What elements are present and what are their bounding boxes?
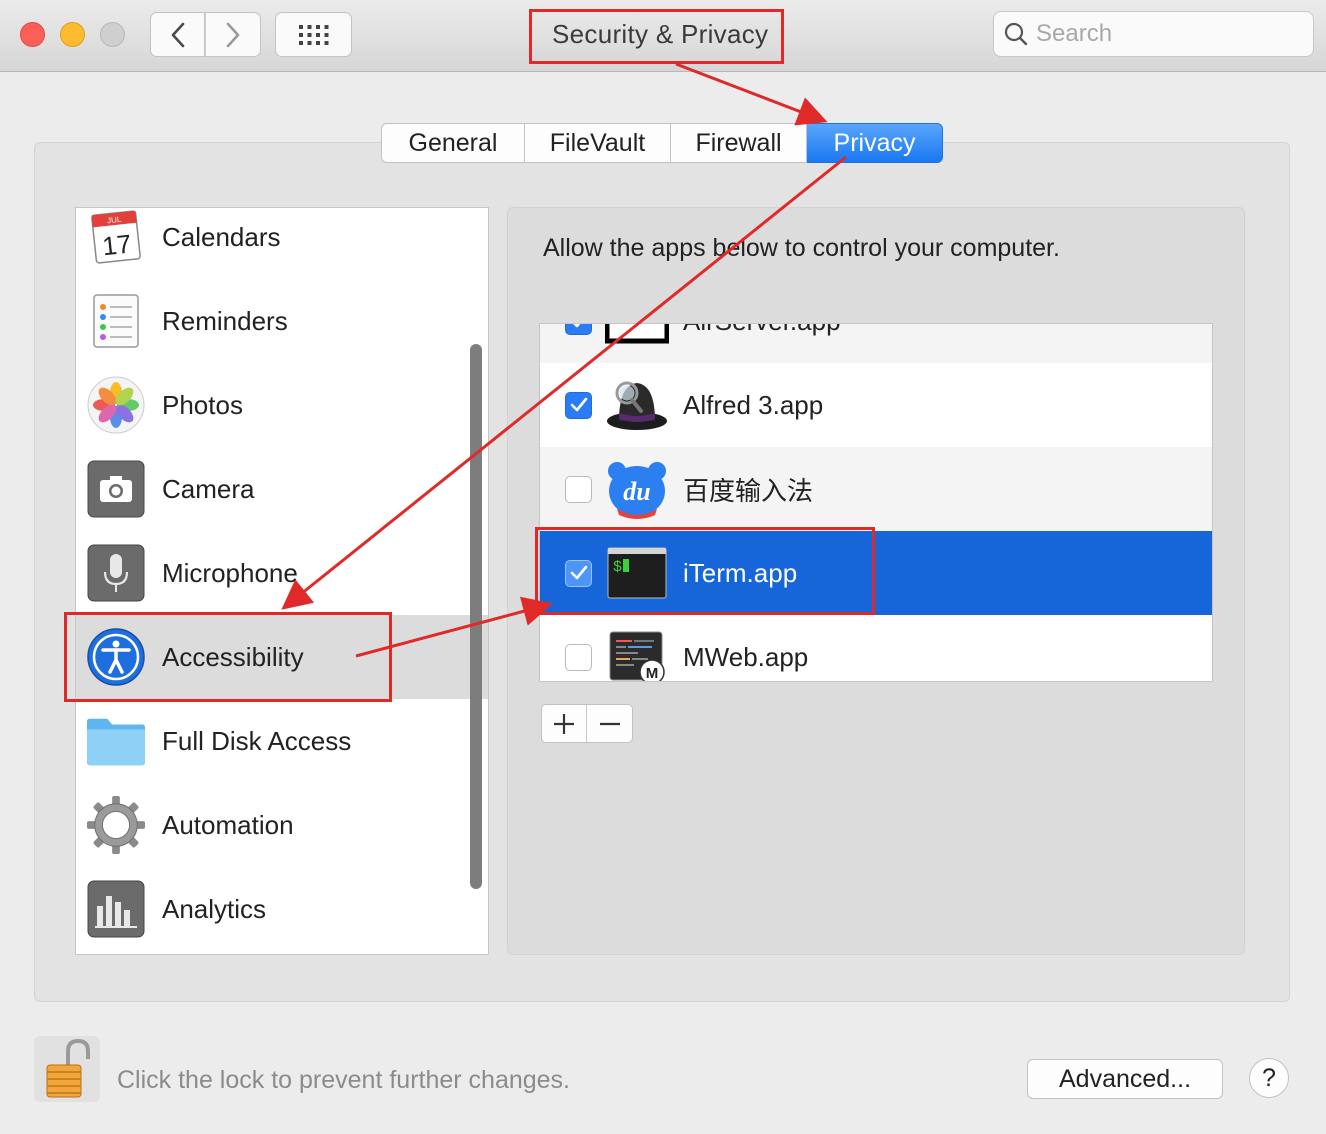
sidebar-item-full-disk-access[interactable]: Full Disk Access <box>76 699 488 783</box>
sidebar-item-label: Photos <box>162 389 243 420</box>
tab-bar: General FileVault Firewall Privacy <box>381 123 943 163</box>
annotation-box-title <box>529 9 784 64</box>
calendar-icon: JUL 17 <box>86 208 146 267</box>
close-window-button[interactable] <box>20 22 45 47</box>
mweb-icon-text: M <box>646 665 659 682</box>
sidebar-item-label: Analytics <box>162 893 267 924</box>
sidebar-item-label: Microphone <box>162 557 298 588</box>
search-icon <box>1004 22 1028 46</box>
add-app-button[interactable] <box>542 705 588 742</box>
zoom-window-button[interactable] <box>100 22 125 47</box>
mweb-icon: M <box>605 625 669 682</box>
sidebar-item-label: Camera <box>162 473 255 504</box>
sidebar-item-reminders[interactable]: Reminders <box>76 279 488 363</box>
annotation-box-accessibility <box>64 612 392 702</box>
sidebar-item-analytics[interactable]: Analytics <box>76 867 488 951</box>
app-checkbox[interactable] <box>565 475 592 503</box>
folder-icon <box>86 711 146 771</box>
forward-button[interactable] <box>205 12 261 57</box>
chevron-right-icon <box>226 22 240 47</box>
app-checkbox[interactable] <box>565 391 592 419</box>
permission-description: Allow the apps below to control your com… <box>543 234 1060 262</box>
app-row-mweb[interactable]: M MWeb.app <box>540 615 1212 682</box>
baidu-input-icon-text: du <box>623 477 650 506</box>
chevron-left-icon <box>171 22 184 47</box>
tab-filevault[interactable]: FileVault <box>525 123 671 163</box>
app-name: AirServer.app <box>683 324 841 337</box>
gear-icon <box>86 795 146 855</box>
microphone-icon <box>86 543 146 603</box>
sidebar-item-calendars[interactable]: JUL 17 Calendars <box>76 208 488 279</box>
analytics-icon <box>86 879 146 939</box>
lock-button[interactable] <box>34 1036 100 1102</box>
camera-icon <box>86 459 146 519</box>
unlocked-padlock-icon <box>46 1039 90 1098</box>
sidebar-item-photos[interactable]: Photos <box>76 363 488 447</box>
sidebar-item-microphone[interactable]: Microphone <box>76 531 488 615</box>
app-name: 百度输入法 <box>683 475 814 506</box>
search-field[interactable] <box>993 11 1314 57</box>
checkmark-icon <box>572 324 580 328</box>
alfred-icon <box>605 373 669 437</box>
app-row-airserver[interactable]: AirServer.app <box>540 324 1212 363</box>
advanced-button[interactable]: Advanced... <box>1027 1059 1223 1099</box>
photos-icon <box>86 375 146 435</box>
annotation-arrow-title-to-privacy <box>675 62 828 126</box>
tab-privacy[interactable]: Privacy <box>807 123 943 163</box>
reminders-icon <box>86 291 146 351</box>
sidebar-item-label: Full Disk Access <box>162 725 352 756</box>
sidebar-scrollbar[interactable] <box>470 344 482 889</box>
sidebar-item-label: Reminders <box>162 305 288 336</box>
app-checkbox[interactable] <box>565 643 592 671</box>
sidebar-item-automation[interactable]: Automation <box>76 783 488 867</box>
annotation-box-iterm <box>535 527 875 615</box>
remove-app-button[interactable] <box>587 705 632 742</box>
app-row-alfred[interactable]: Alfred 3.app <box>540 363 1212 447</box>
show-all-button[interactable] <box>275 12 352 57</box>
baidu-input-icon: du <box>605 457 669 521</box>
tab-firewall[interactable]: Firewall <box>671 123 807 163</box>
search-input[interactable] <box>1036 20 1286 48</box>
back-button[interactable] <box>150 12 205 57</box>
plus-icon <box>554 713 574 734</box>
minimize-window-button[interactable] <box>60 22 85 47</box>
sidebar-item-label: Calendars <box>162 221 281 252</box>
app-list[interactable]: AirServer.app Alfred 3.app du <box>539 323 1213 682</box>
grid-icon <box>298 24 328 45</box>
sidebar-item-label: Automation <box>162 809 294 840</box>
calendar-icon-month: JUL <box>107 215 123 225</box>
checkmark-icon <box>570 397 587 412</box>
app-name: Alfred 3.app <box>683 389 824 420</box>
lock-status-text: Click the lock to prevent further change… <box>117 1066 571 1094</box>
tab-general[interactable]: General <box>381 123 525 163</box>
app-row-baidu-input[interactable]: du 百度输入法 <box>540 447 1212 531</box>
add-remove-control <box>541 704 633 743</box>
minus-icon <box>599 722 620 725</box>
app-checkbox[interactable] <box>565 324 592 335</box>
airserver-icon <box>605 324 669 353</box>
sidebar-item-camera[interactable]: Camera <box>76 447 488 531</box>
app-name: MWeb.app <box>683 641 809 672</box>
privacy-category-list[interactable]: JUL 17 Calendars Reminders Photos Camera… <box>75 207 489 955</box>
help-button[interactable]: ? <box>1249 1058 1289 1098</box>
calendar-icon-day: 17 <box>101 229 133 262</box>
